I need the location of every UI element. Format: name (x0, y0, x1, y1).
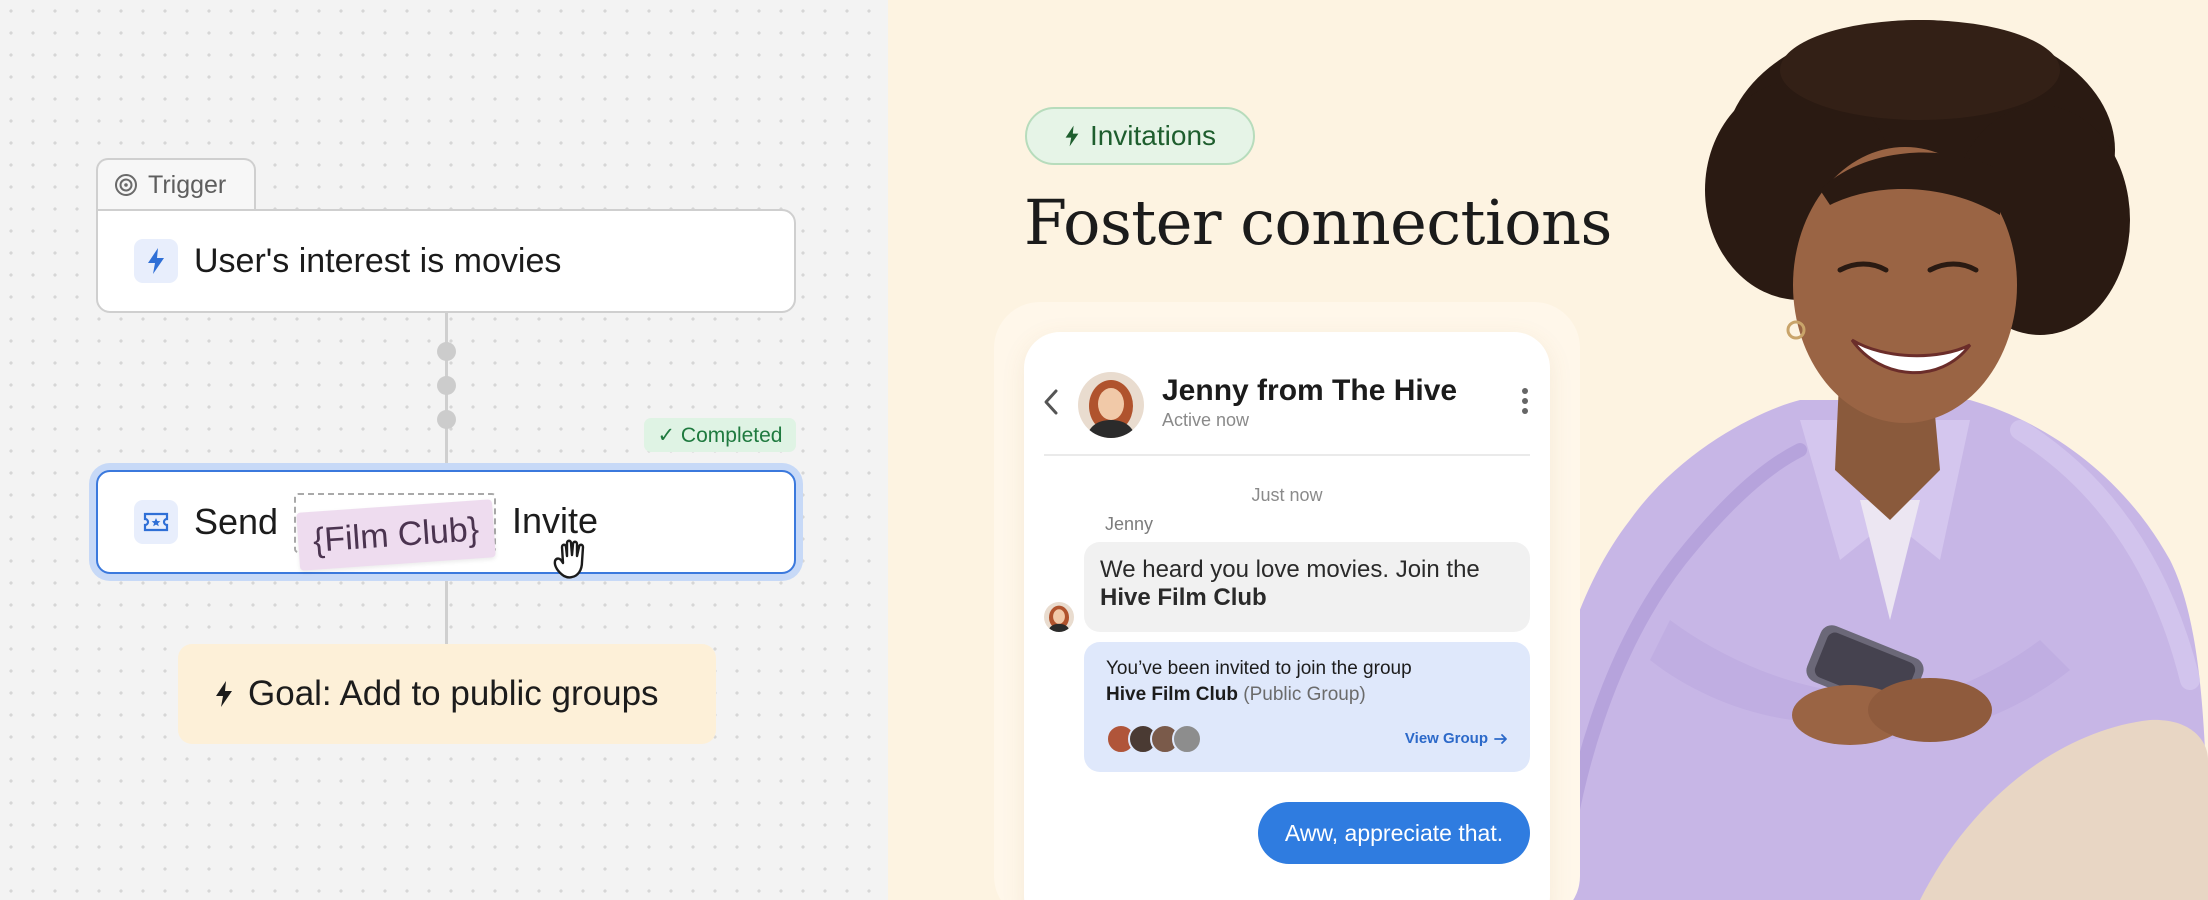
lightning-icon (216, 681, 232, 707)
contact-name: Jenny from The Hive (1162, 374, 1458, 407)
goal-node[interactable]: Goal: Add to public groups (178, 644, 716, 744)
variable-tag[interactable]: {Film Club} (296, 499, 496, 571)
ticket-icon (134, 500, 178, 544)
send-invite-node[interactable]: Send {Film Club} Invite (96, 470, 796, 579)
kebab-menu-icon[interactable] (1522, 388, 1528, 414)
sender-avatar (1044, 602, 1074, 632)
message-bold-text: Hive Film Club (1100, 584, 1267, 611)
group-invite-card: You’ve been invited to join the group Hi… (1084, 642, 1530, 772)
view-group-link[interactable]: View Group (1405, 730, 1508, 747)
sender-name: Jenny (1105, 514, 1154, 534)
message-text: We heard you love movies. Join the (1100, 556, 1480, 583)
member-avatar (1172, 724, 1202, 754)
group-type: (Public Group) (1243, 684, 1366, 705)
connector-dot (437, 376, 456, 395)
outgoing-message: Aww, appreciate that. (1258, 802, 1530, 864)
group-line: Hive Film Club (Public Group) (1106, 684, 1508, 706)
action-verb: Send (194, 501, 279, 542)
lightning-icon (134, 239, 178, 283)
view-group-label: View Group (1404, 730, 1488, 747)
trigger-text: User's interest is movies (194, 241, 562, 280)
status-badge: ✓ Completed (644, 418, 796, 452)
message-timestamp: Just now (1251, 485, 1323, 505)
pill-label: Invitations (1089, 120, 1217, 151)
group-name: Hive Film Club (1106, 684, 1238, 705)
connector-line (445, 574, 448, 644)
lightning-icon (1065, 125, 1079, 147)
invite-line: You’ve been invited to join the group (1106, 658, 1412, 679)
chevron-left-icon[interactable] (1042, 388, 1060, 416)
divider (1044, 454, 1530, 456)
trigger-tab: Trigger (96, 158, 256, 210)
target-icon (115, 174, 137, 196)
chat-window: Jenny from The Hive Active now Just now … (1024, 332, 1550, 900)
trigger-tab-label: Trigger (148, 170, 227, 199)
connector-dot (437, 410, 456, 429)
goal-text: Goal: Add to public groups (248, 674, 659, 713)
connector-dot (437, 342, 456, 361)
person-illustration (1538, 20, 2208, 900)
hand-cursor-icon (553, 539, 585, 579)
arrow-right-icon (1494, 733, 1507, 744)
avatar[interactable] (1078, 372, 1144, 438)
trigger-node[interactable]: User's interest is movies (96, 209, 796, 313)
incoming-message: We heard you love movies. Join the Hive … (1084, 542, 1530, 632)
category-pill: Invitations (1025, 107, 1255, 165)
contact-status: Active now (1162, 410, 1250, 430)
member-avatars (1106, 724, 1202, 754)
